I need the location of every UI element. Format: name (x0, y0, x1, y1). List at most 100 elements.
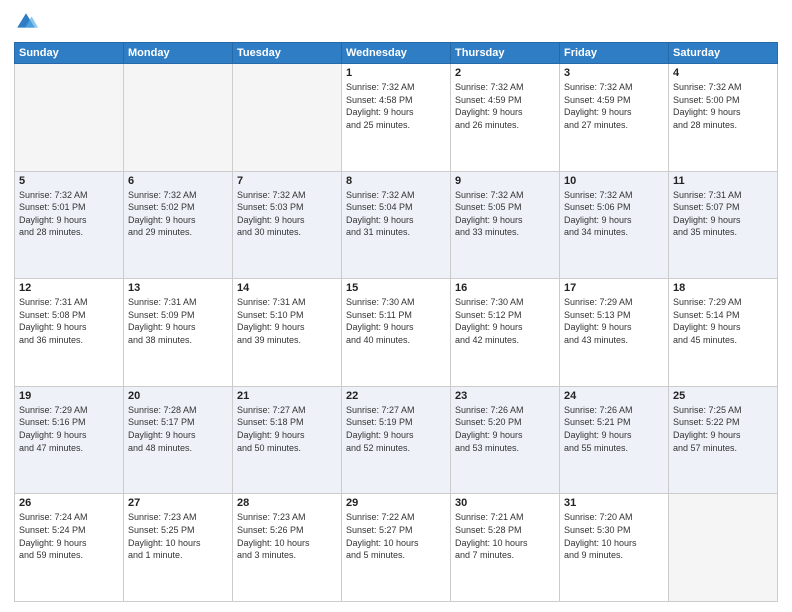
day-info: Sunrise: 7:32 AM Sunset: 5:01 PM Dayligh… (19, 189, 119, 239)
day-number: 23 (455, 390, 555, 402)
calendar-cell: 14 Sunrise: 7:31 AM Sunset: 5:10 PM Dayli… (233, 279, 342, 387)
day-info: Sunrise: 7:32 AM Sunset: 5:05 PM Dayligh… (455, 189, 555, 239)
day-number: 28 (237, 497, 337, 509)
calendar-cell (669, 494, 778, 602)
calendar-cell: 17Sunrise: 7:29 AM Sunset: 5:13 PM Dayli… (560, 279, 669, 387)
calendar-cell: 31 Sunrise: 7:20 AM Sunset: 5:30 PM Dayli… (560, 494, 669, 602)
day-info: Sunrise: 7:29 AM Sunset: 5:13 PM Dayligh… (564, 296, 664, 346)
weekday-header-monday: Monday (124, 43, 233, 64)
day-number: 3 (564, 67, 664, 79)
calendar-cell: 27 Sunrise: 7:23 AM Sunset: 5:25 PM Dayli… (124, 494, 233, 602)
day-info: Sunrise: 7:31 AM Sunset: 5:09 PM Dayligh… (128, 296, 228, 346)
calendar-cell: 21 Sunrise: 7:27 AM Sunset: 5:18 PM Dayli… (233, 386, 342, 494)
calendar-cell (15, 64, 124, 172)
day-info: Sunrise: 7:22 AM Sunset: 5:27 PM Dayligh… (346, 511, 446, 561)
logo (14, 10, 42, 34)
day-number: 29 (346, 497, 446, 509)
page: SundayMondayTuesdayWednesdayThursdayFrid… (0, 0, 792, 612)
calendar-cell: 8 Sunrise: 7:32 AM Sunset: 5:04 PM Daylig… (342, 171, 451, 279)
day-number: 14 (237, 282, 337, 294)
day-info: Sunrise: 7:27 AM Sunset: 5:19 PM Dayligh… (346, 404, 446, 454)
day-info: Sunrise: 7:32 AM Sunset: 4:58 PM Dayligh… (346, 81, 446, 131)
day-info: Sunrise: 7:29 AM Sunset: 5:14 PM Dayligh… (673, 296, 773, 346)
day-info: Sunrise: 7:30 AM Sunset: 5:11 PM Dayligh… (346, 296, 446, 346)
weekday-header-tuesday: Tuesday (233, 43, 342, 64)
calendar-cell: 2Sunrise: 7:32 AM Sunset: 4:59 PM Daylig… (451, 64, 560, 172)
day-number: 22 (346, 390, 446, 402)
day-info: Sunrise: 7:32 AM Sunset: 4:59 PM Dayligh… (564, 81, 664, 131)
day-number: 8 (346, 175, 446, 187)
day-number: 11 (673, 175, 773, 187)
calendar-cell: 5Sunrise: 7:32 AM Sunset: 5:01 PM Daylig… (15, 171, 124, 279)
day-number: 16 (455, 282, 555, 294)
day-number: 26 (19, 497, 119, 509)
day-number: 24 (564, 390, 664, 402)
day-number: 12 (19, 282, 119, 294)
day-number: 6 (128, 175, 228, 187)
day-info: Sunrise: 7:24 AM Sunset: 5:24 PM Dayligh… (19, 511, 119, 561)
header (14, 10, 778, 34)
calendar-cell: 11 Sunrise: 7:31 AM Sunset: 5:07 PM Dayli… (669, 171, 778, 279)
day-info: Sunrise: 7:32 AM Sunset: 4:59 PM Dayligh… (455, 81, 555, 131)
calendar-table: SundayMondayTuesdayWednesdayThursdayFrid… (14, 42, 778, 602)
day-info: Sunrise: 7:32 AM Sunset: 5:06 PM Dayligh… (564, 189, 664, 239)
calendar-cell (124, 64, 233, 172)
day-info: Sunrise: 7:26 AM Sunset: 5:20 PM Dayligh… (455, 404, 555, 454)
calendar-cell: 22 Sunrise: 7:27 AM Sunset: 5:19 PM Dayli… (342, 386, 451, 494)
day-number: 4 (673, 67, 773, 79)
day-number: 13 (128, 282, 228, 294)
day-number: 9 (455, 175, 555, 187)
day-info: Sunrise: 7:32 AM Sunset: 5:00 PM Dayligh… (673, 81, 773, 131)
day-info: Sunrise: 7:21 AM Sunset: 5:28 PM Dayligh… (455, 511, 555, 561)
day-info: Sunrise: 7:31 AM Sunset: 5:07 PM Dayligh… (673, 189, 773, 239)
day-number: 15 (346, 282, 446, 294)
day-info: Sunrise: 7:20 AM Sunset: 5:30 PM Dayligh… (564, 511, 664, 561)
day-info: Sunrise: 7:27 AM Sunset: 5:18 PM Dayligh… (237, 404, 337, 454)
day-info: Sunrise: 7:29 AM Sunset: 5:16 PM Dayligh… (19, 404, 119, 454)
calendar-cell: 9 Sunrise: 7:32 AM Sunset: 5:05 PM Daylig… (451, 171, 560, 279)
week-row-4: 26 Sunrise: 7:24 AM Sunset: 5:24 PM Dayli… (15, 494, 778, 602)
weekday-header-friday: Friday (560, 43, 669, 64)
weekday-header-saturday: Saturday (669, 43, 778, 64)
calendar-cell: 26 Sunrise: 7:24 AM Sunset: 5:24 PM Dayli… (15, 494, 124, 602)
day-number: 25 (673, 390, 773, 402)
weekday-header-sunday: Sunday (15, 43, 124, 64)
week-row-3: 19 Sunrise: 7:29 AM Sunset: 5:16 PM Dayli… (15, 386, 778, 494)
day-number: 19 (19, 390, 119, 402)
day-number: 27 (128, 497, 228, 509)
day-number: 20 (128, 390, 228, 402)
weekday-header-thursday: Thursday (451, 43, 560, 64)
calendar-cell: 29 Sunrise: 7:22 AM Sunset: 5:27 PM Dayli… (342, 494, 451, 602)
day-number: 1 (346, 67, 446, 79)
day-info: Sunrise: 7:32 AM Sunset: 5:02 PM Dayligh… (128, 189, 228, 239)
day-info: Sunrise: 7:31 AM Sunset: 5:08 PM Dayligh… (19, 296, 119, 346)
day-number: 21 (237, 390, 337, 402)
calendar-cell: 19 Sunrise: 7:29 AM Sunset: 5:16 PM Dayli… (15, 386, 124, 494)
calendar-cell: 28 Sunrise: 7:23 AM Sunset: 5:26 PM Dayli… (233, 494, 342, 602)
calendar-cell: 16 Sunrise: 7:30 AM Sunset: 5:12 PM Dayli… (451, 279, 560, 387)
calendar-cell: 25Sunrise: 7:25 AM Sunset: 5:22 PM Dayli… (669, 386, 778, 494)
calendar-cell: 10 Sunrise: 7:32 AM Sunset: 5:06 PM Dayli… (560, 171, 669, 279)
calendar-cell: 12 Sunrise: 7:31 AM Sunset: 5:08 PM Dayli… (15, 279, 124, 387)
day-info: Sunrise: 7:30 AM Sunset: 5:12 PM Dayligh… (455, 296, 555, 346)
day-number: 18 (673, 282, 773, 294)
calendar-cell: 20Sunrise: 7:28 AM Sunset: 5:17 PM Dayli… (124, 386, 233, 494)
calendar-cell: 6 Sunrise: 7:32 AM Sunset: 5:02 PM Daylig… (124, 171, 233, 279)
weekday-header-row: SundayMondayTuesdayWednesdayThursdayFrid… (15, 43, 778, 64)
day-info: Sunrise: 7:23 AM Sunset: 5:25 PM Dayligh… (128, 511, 228, 561)
day-number: 31 (564, 497, 664, 509)
day-number: 30 (455, 497, 555, 509)
day-info: Sunrise: 7:23 AM Sunset: 5:26 PM Dayligh… (237, 511, 337, 561)
day-number: 10 (564, 175, 664, 187)
day-info: Sunrise: 7:26 AM Sunset: 5:21 PM Dayligh… (564, 404, 664, 454)
day-info: Sunrise: 7:31 AM Sunset: 5:10 PM Dayligh… (237, 296, 337, 346)
day-number: 7 (237, 175, 337, 187)
calendar-cell: 24 Sunrise: 7:26 AM Sunset: 5:21 PM Dayli… (560, 386, 669, 494)
week-row-1: 5Sunrise: 7:32 AM Sunset: 5:01 PM Daylig… (15, 171, 778, 279)
calendar-cell: 15 Sunrise: 7:30 AM Sunset: 5:11 PM Dayli… (342, 279, 451, 387)
calendar-cell: 7Sunrise: 7:32 AM Sunset: 5:03 PM Daylig… (233, 171, 342, 279)
week-row-2: 12 Sunrise: 7:31 AM Sunset: 5:08 PM Dayli… (15, 279, 778, 387)
calendar-cell: 4 Sunrise: 7:32 AM Sunset: 5:00 PM Daylig… (669, 64, 778, 172)
day-info: Sunrise: 7:32 AM Sunset: 5:04 PM Dayligh… (346, 189, 446, 239)
calendar-cell (233, 64, 342, 172)
